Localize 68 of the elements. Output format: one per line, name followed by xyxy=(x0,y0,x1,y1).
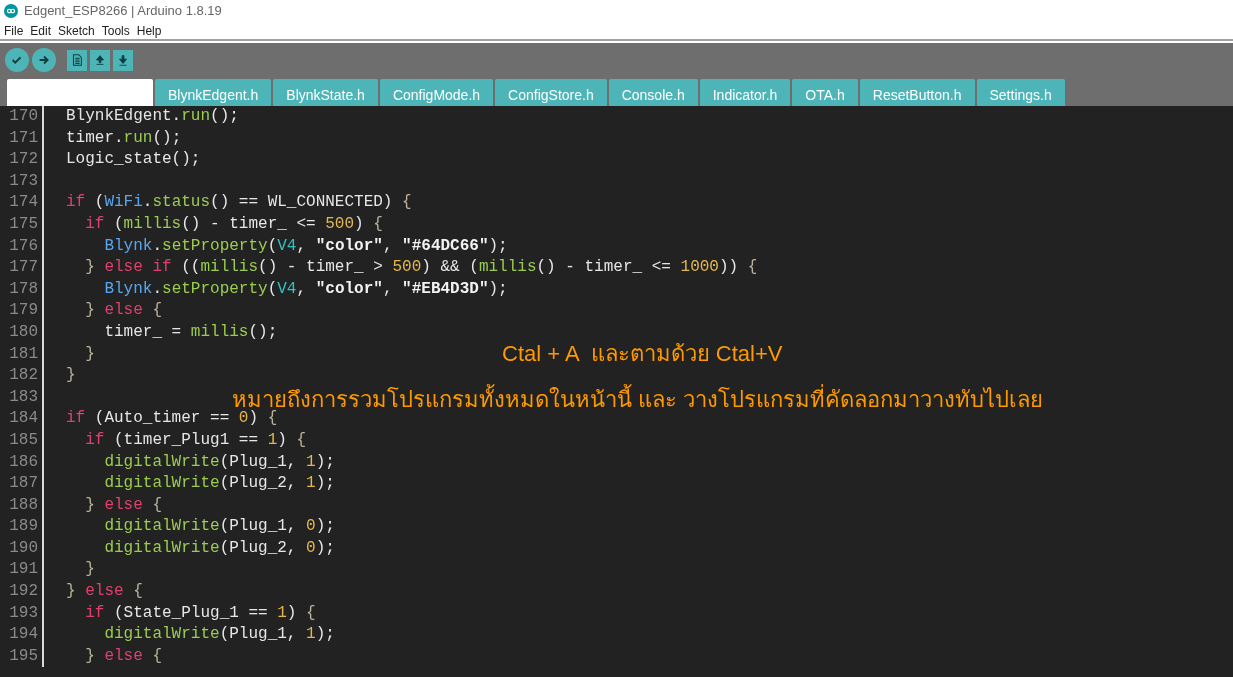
window-title: Edgent_ESP8266 | Arduino 1.8.19 xyxy=(24,2,222,21)
line-number: 193 xyxy=(9,603,38,622)
line-number: 180 xyxy=(9,322,38,341)
line-number: 177 xyxy=(9,258,38,277)
code-line: } xyxy=(66,365,76,387)
line-number: 186 xyxy=(9,452,38,471)
file-tab[interactable]: ResetButton.h xyxy=(859,79,975,106)
code-line: if (timer_Plug1 == 1) { xyxy=(84,429,307,451)
line-number: 191 xyxy=(9,560,38,579)
file-tab[interactable]: BlynkEdgent.h xyxy=(155,79,272,106)
code-line: digitalWrite(Plug_1, 1); xyxy=(103,451,335,473)
line-number: 183 xyxy=(9,387,38,406)
line-number: 170 xyxy=(9,107,38,125)
code-line: if (WiFi.status() == WL_CONNECTED) { xyxy=(66,192,412,214)
app-logo-icon xyxy=(4,4,18,18)
file-tab[interactable]: OTA.h xyxy=(792,79,858,106)
line-number: 189 xyxy=(9,517,38,536)
menu-item[interactable]: File xyxy=(4,21,24,40)
code-line: } else { xyxy=(84,645,163,667)
line-number: 174 xyxy=(9,193,38,212)
line-number: 190 xyxy=(9,538,38,557)
file-tab[interactable]: Settings.h xyxy=(976,79,1065,106)
line-number: 173 xyxy=(9,171,38,190)
checkmark-icon[interactable] xyxy=(5,48,29,72)
code-line: timer.run(); xyxy=(66,127,182,149)
code-line: } else { xyxy=(66,581,143,603)
code-line: digitalWrite(Plug_1, 1); xyxy=(103,624,335,646)
line-number: 176 xyxy=(9,236,38,255)
code-line: Blynk.setProperty(V4, "color", "#EB4D3D"); xyxy=(103,278,508,300)
line-number: 184 xyxy=(9,409,38,428)
file-tab[interactable]: ConfigStore.h xyxy=(495,79,607,106)
menu-item[interactable]: Edit xyxy=(30,21,52,40)
line-number: 172 xyxy=(9,150,38,169)
code-line: } xyxy=(84,343,95,365)
code-line: } else { xyxy=(84,300,163,322)
line-number: 181 xyxy=(9,344,38,363)
menu-item[interactable]: Sketch xyxy=(58,21,95,40)
line-number: 175 xyxy=(9,214,38,233)
code-line: digitalWrite(Plug_2, 1); xyxy=(103,473,335,495)
line-number: 192 xyxy=(9,582,38,601)
file-tab[interactable]: Console.h xyxy=(608,79,698,106)
instruction-text: Ctal + A และตามด้วย Ctal+V xyxy=(502,340,783,368)
menu-item[interactable]: Tools xyxy=(101,21,130,40)
line-number: 185 xyxy=(9,430,38,449)
line-number: 178 xyxy=(9,279,38,298)
line-number: 182 xyxy=(9,366,38,385)
code-line: } else { xyxy=(84,494,163,516)
code-line: } else if ((millis() - timer_ > 500) && (millis() - timer_ <= 1000)) { xyxy=(84,257,758,279)
line-number: 187 xyxy=(9,474,38,493)
line-number: 188 xyxy=(9,495,38,514)
code-line: Logic_state(); xyxy=(66,149,201,171)
code-line: digitalWrite(Plug_1, 0); xyxy=(103,516,335,538)
code-line: } xyxy=(84,559,95,581)
line-number: 171 xyxy=(9,128,38,147)
code-line: digitalWrite(Plug_2, 0); xyxy=(103,537,335,559)
document-icon[interactable] xyxy=(67,49,87,71)
line-number: 194 xyxy=(9,625,38,644)
line-number: 179 xyxy=(9,301,38,320)
code-line: if (State_Plug_1 == 1) { xyxy=(84,602,316,624)
code-line: Blynk.setProperty(V4, "color", "#64DC66"); xyxy=(103,235,508,257)
code-line: if (millis() - timer_ <= 500) { xyxy=(84,213,383,235)
file-tab[interactable]: BlynkState.h xyxy=(273,79,378,106)
code-line: BlynkEdgent.run(); xyxy=(66,106,239,127)
code-line: timer_ = millis(); xyxy=(103,321,278,343)
line-number: 195 xyxy=(9,646,38,665)
menu-item[interactable]: Help xyxy=(136,21,162,40)
file-tab[interactable]: ConfigMode.h xyxy=(379,79,494,106)
file-tab[interactable]: Indicator.h xyxy=(699,79,791,106)
